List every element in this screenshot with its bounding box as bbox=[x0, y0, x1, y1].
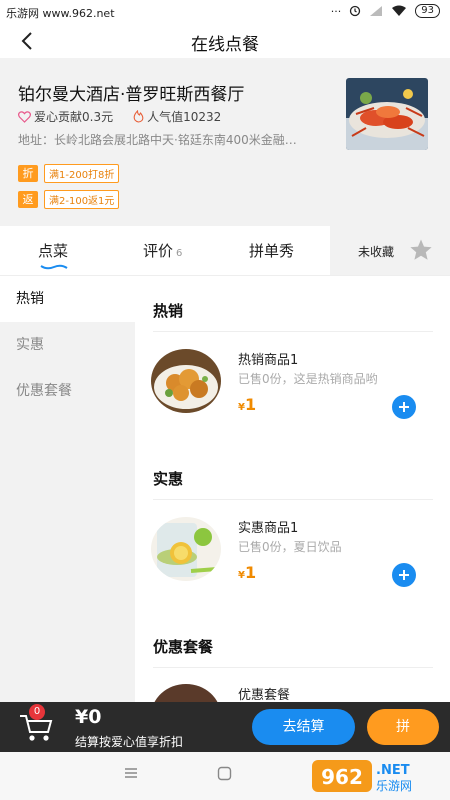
flame-icon bbox=[133, 110, 144, 123]
signal-icon bbox=[370, 6, 383, 16]
home-icon[interactable] bbox=[217, 766, 232, 781]
restaurant-header: 铂尔曼大酒店·普罗旺斯西餐厅 爱心贡献0.3元 人气值10232 地址：长岭北路… bbox=[0, 58, 450, 226]
watermark-brand: 962 bbox=[321, 765, 363, 789]
set-meal-image bbox=[151, 684, 221, 704]
promo-discount: 折 满1-200打8折 bbox=[18, 164, 120, 183]
tab-review-label: 评价 bbox=[143, 242, 174, 260]
product-thumb bbox=[151, 684, 221, 704]
love-contribution: 爱心贡献0.3元 bbox=[18, 108, 113, 125]
watermark-logo-image: 962 .NET 乐游网 bbox=[312, 760, 412, 793]
promo-tag-rebate: 返 bbox=[18, 191, 38, 208]
product-name: 优惠套餐 bbox=[238, 688, 291, 703]
section-divider bbox=[153, 499, 433, 500]
section-title-hot: 热销 bbox=[153, 302, 184, 320]
menu-icon[interactable] bbox=[124, 766, 138, 780]
promo-desc-rebate: 满2-100返1元 bbox=[44, 190, 120, 209]
promo-desc-discount: 满1-200打8折 bbox=[44, 164, 120, 183]
site-watermark: 962 .NET 乐游网 bbox=[312, 756, 444, 796]
cart-discount-hint: 结算按爱心值享折扣 bbox=[75, 735, 184, 749]
product-price: ¥1 bbox=[238, 563, 256, 582]
sidebar-item-hot[interactable]: 热销 bbox=[0, 276, 135, 322]
section-divider bbox=[153, 667, 433, 668]
product-sold-info: 已售0份，这是热销商品哟 bbox=[238, 372, 378, 386]
price-value: 1 bbox=[244, 563, 257, 582]
product-name: 热销商品1 bbox=[238, 353, 299, 368]
tab-order-label: 点菜 bbox=[38, 242, 69, 260]
checkout-button[interactable]: 去结算 bbox=[252, 709, 355, 745]
navbar: 在线点餐 bbox=[0, 24, 450, 58]
status-bar: 乐游网 www.962.net ··· 93 bbox=[0, 0, 450, 24]
category-sidebar: 热销 实惠 优惠套餐 bbox=[0, 276, 135, 704]
section-divider bbox=[153, 331, 433, 332]
restaurant-address: 地址：长岭北路会展北路中天·铭廷东南400米金融… bbox=[18, 133, 297, 147]
plus-icon bbox=[399, 402, 409, 412]
favorite-label: 未收藏 bbox=[358, 245, 395, 259]
product-item-set-meal-1[interactable]: 优惠套餐 bbox=[151, 684, 441, 704]
product-thumb bbox=[151, 517, 221, 581]
cart-total: ¥0 bbox=[75, 706, 102, 728]
add-to-cart-button[interactable] bbox=[392, 563, 416, 587]
popularity-text: 人气值10232 bbox=[147, 110, 222, 124]
restaurant-name: 铂尔曼大酒店·普罗旺斯西餐厅 bbox=[18, 85, 245, 105]
product-item-hot-1[interactable]: 热销商品1 已售0份，这是热销商品哟 ¥1 bbox=[151, 349, 441, 419]
price-currency: ¥ bbox=[238, 402, 245, 413]
favorite-button[interactable]: 未收藏 bbox=[330, 226, 450, 275]
promo-rebate: 返 满2-100返1元 bbox=[18, 190, 120, 209]
tab-review-count: 6 bbox=[176, 248, 183, 259]
cart-bar: 0 ¥0 结算按爱心值享折扣 去结算 拼 bbox=[0, 702, 450, 752]
product-list[interactable]: 热销 热销商品1 已售0份，这是热销商品哟 ¥1 实惠 实惠商品1 已售0份，夏… bbox=[135, 276, 450, 704]
heart-icon bbox=[18, 110, 31, 123]
cart-count-badge: 0 bbox=[29, 704, 45, 720]
product-item-value-1[interactable]: 实惠商品1 已售0份，夏日饮品 ¥1 bbox=[151, 517, 441, 587]
restaurant-photo[interactable] bbox=[346, 78, 428, 150]
watermark-sub: 乐游网 bbox=[376, 779, 412, 793]
sidebar-item-set-meal[interactable]: 优惠套餐 bbox=[0, 368, 135, 414]
summer-drink-image bbox=[151, 517, 221, 581]
tab-order[interactable]: 点菜 bbox=[38, 240, 68, 261]
wifi-icon bbox=[392, 5, 407, 16]
plus-icon bbox=[399, 570, 409, 580]
promo-tag-discount: 折 bbox=[18, 165, 38, 182]
add-to-cart-button[interactable] bbox=[392, 395, 416, 419]
dots-icon: ··· bbox=[330, 4, 342, 18]
tab-active-indicator bbox=[40, 264, 68, 270]
product-thumb bbox=[151, 349, 221, 413]
love-text: 爱心贡献0.3元 bbox=[34, 110, 114, 124]
product-price: ¥1 bbox=[238, 395, 256, 414]
watermark-suffix: .NET bbox=[376, 763, 410, 778]
popularity: 人气值10232 bbox=[133, 108, 221, 125]
section-title-set-meal: 优惠套餐 bbox=[153, 638, 214, 656]
tab-review[interactable]: 评价 6 bbox=[143, 240, 182, 261]
system-nav-bar: 962 .NET 乐游网 bbox=[0, 752, 450, 800]
battery-indicator: 93 bbox=[415, 4, 440, 18]
section-title-value: 实惠 bbox=[153, 470, 184, 488]
product-name: 实惠商品1 bbox=[238, 521, 299, 536]
restaurant-meta: 爱心贡献0.3元 人气值10232 bbox=[18, 108, 221, 125]
price-currency: ¥ bbox=[238, 570, 245, 581]
status-carrier: 乐游网 www.962.net bbox=[6, 7, 115, 20]
sidebar-item-value[interactable]: 实惠 bbox=[0, 322, 135, 368]
group-order-button[interactable]: 拼 bbox=[367, 709, 439, 745]
star-icon bbox=[410, 239, 432, 260]
fried-chicken-image bbox=[151, 349, 221, 413]
tab-group-show-label: 拼单秀 bbox=[249, 242, 295, 260]
price-value: 1 bbox=[244, 395, 257, 414]
seafood-photo-image bbox=[346, 78, 428, 150]
alarm-icon bbox=[350, 5, 361, 17]
tab-group-show[interactable]: 拼单秀 bbox=[249, 240, 294, 261]
tab-bar: 点菜 评价 6 拼单秀 未收藏 bbox=[0, 226, 450, 276]
product-sold-info: 已售0份，夏日饮品 bbox=[238, 540, 342, 554]
status-icons: ··· 93 bbox=[331, 4, 440, 18]
page-title: 在线点餐 bbox=[191, 35, 259, 55]
